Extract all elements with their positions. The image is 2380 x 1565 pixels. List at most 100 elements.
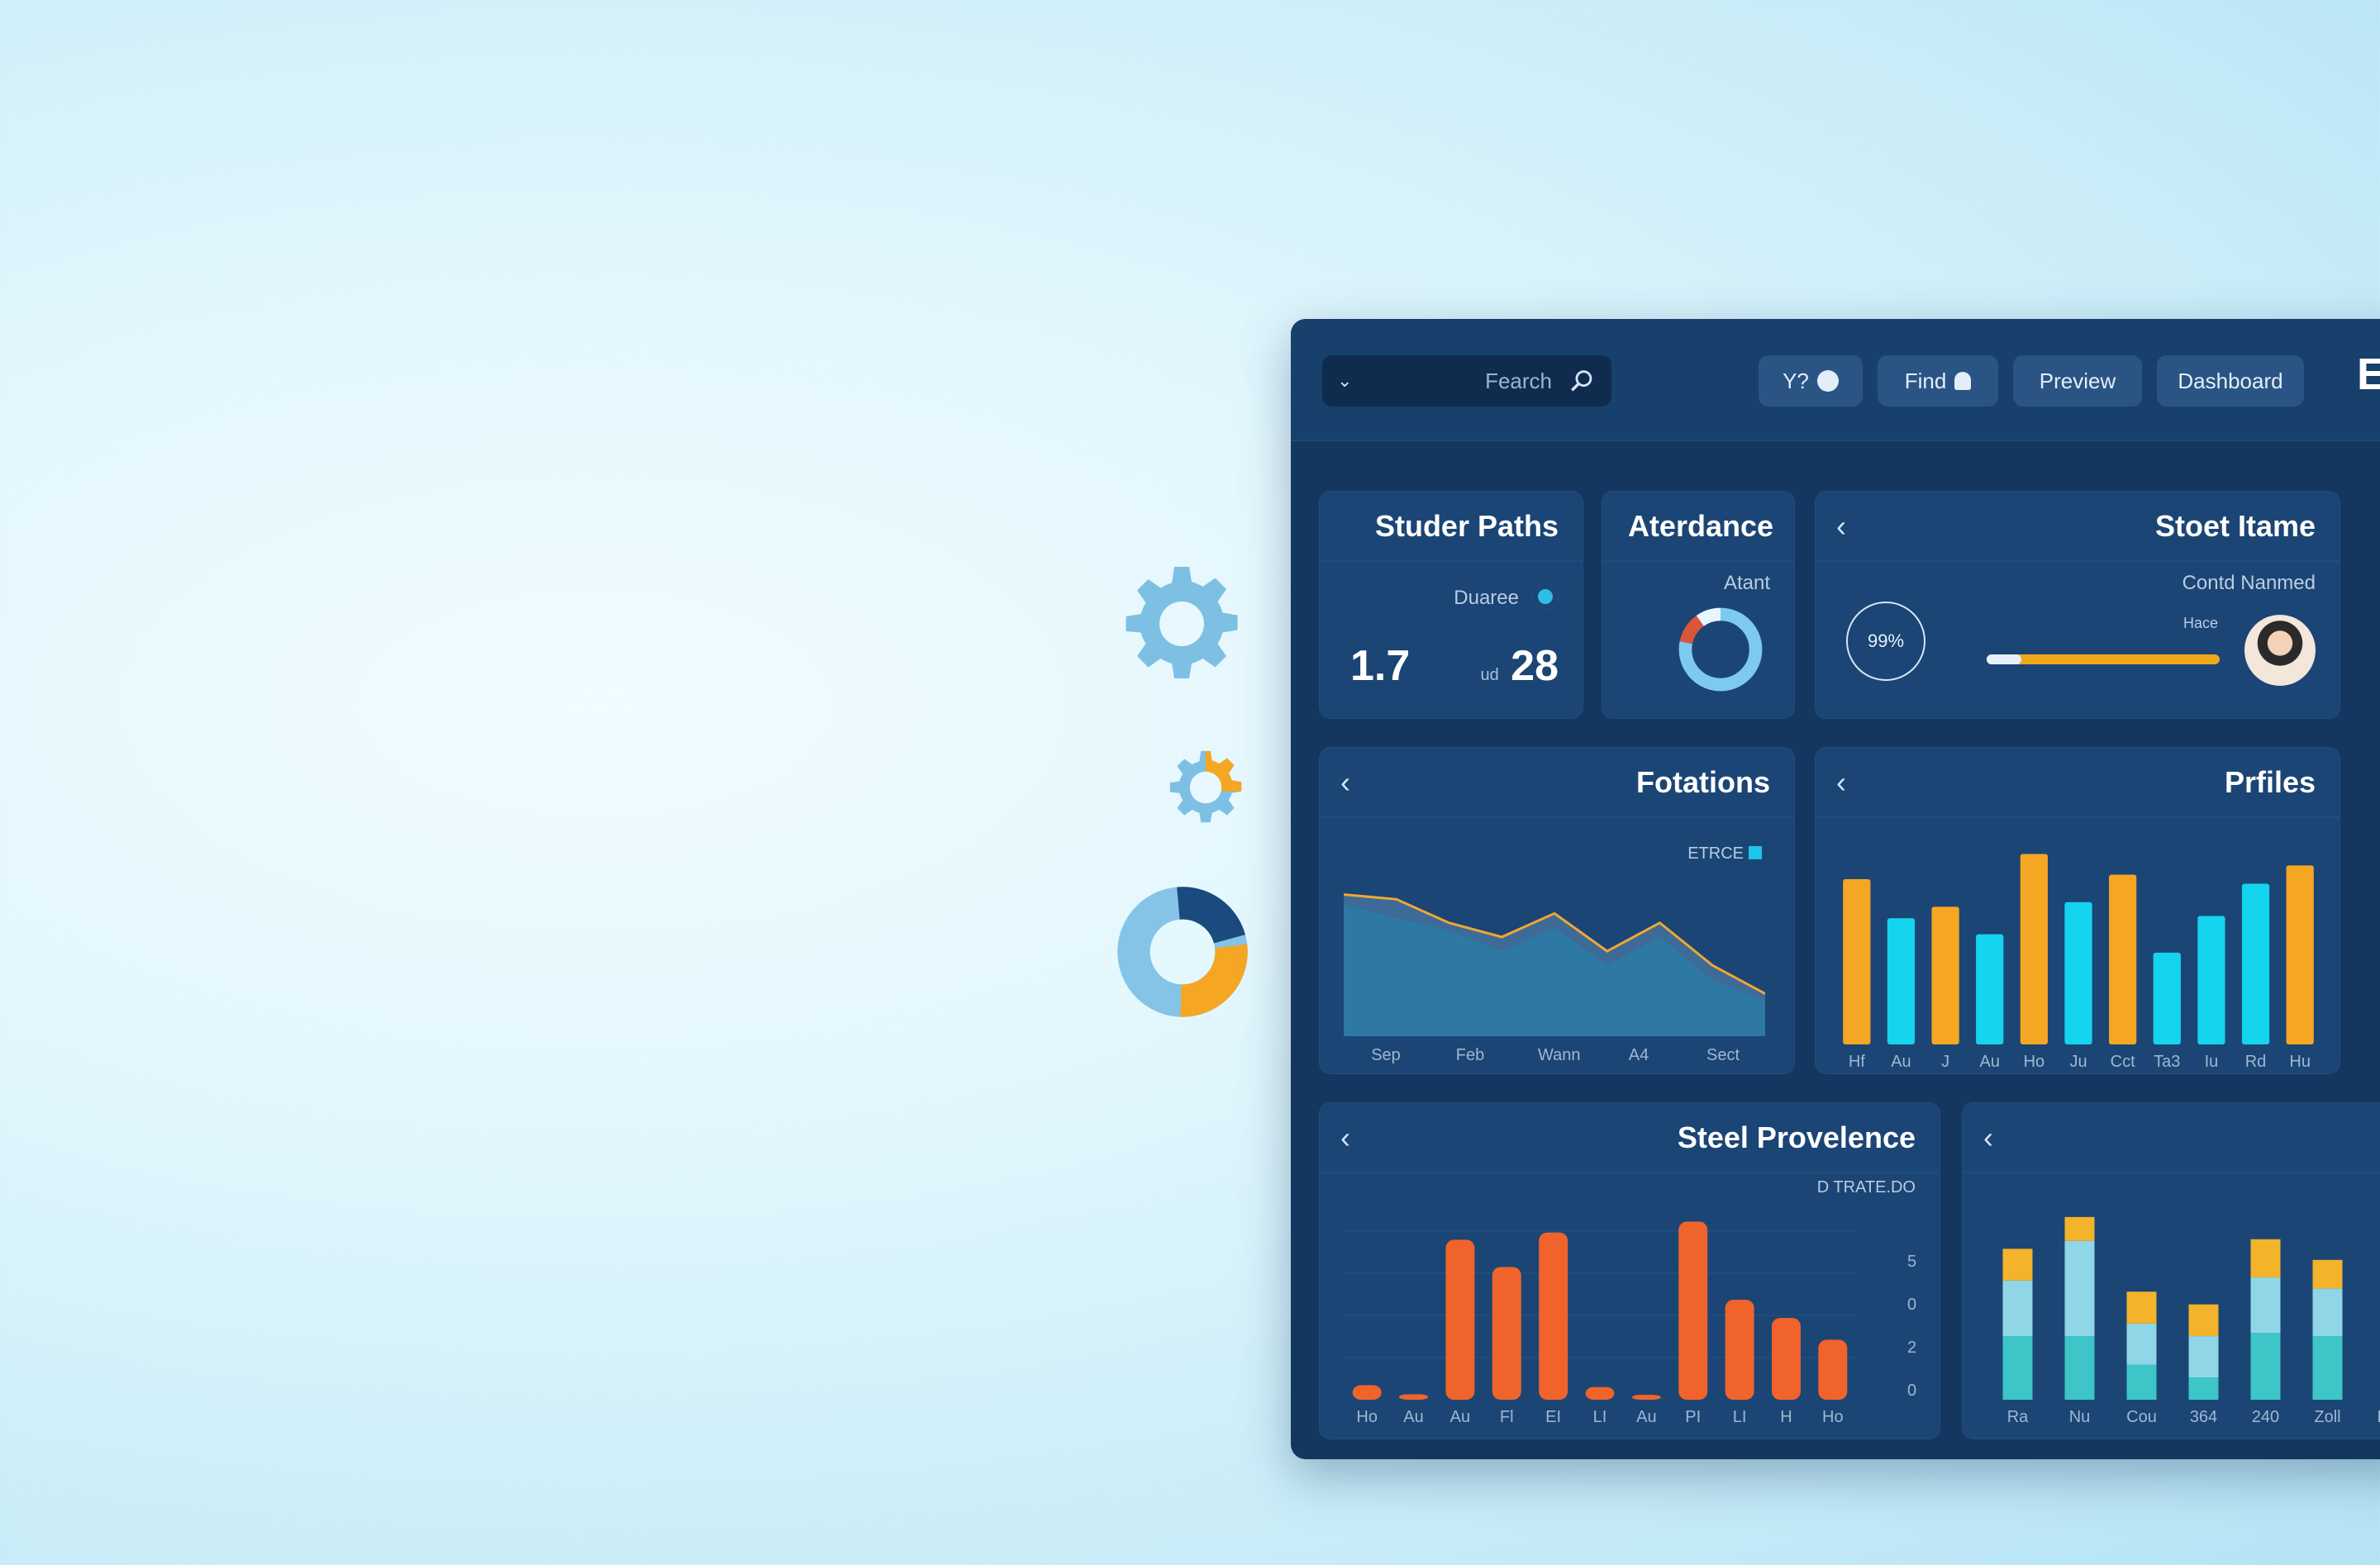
bar [2241,883,2270,1044]
bar [1771,1318,1801,1400]
bar [2153,952,2181,1044]
axis-tick-label: Cct [2110,1053,2135,1071]
y-button-label: Y? [1783,368,1809,393]
legend-swatch [1749,846,1762,859]
progress-fill [1987,654,2022,664]
attendance-card: Aterdance Atant [1602,491,1795,719]
axis-tick-label: Cou [2126,1408,2157,1426]
axis-tick-label: H [1780,1408,1792,1426]
chevron-down-icon[interactable]: ⌄ [1337,370,1352,392]
chevron-left-icon[interactable]: ‹ [1340,1120,1350,1155]
axis-tick-label: LI [1592,1408,1607,1426]
stacked-bar-segment [2064,1216,2095,1241]
stacked-bar-segment [2002,1280,2033,1337]
stacked-bar-segment [2126,1291,2157,1324]
gear-small-icon [1169,750,1242,823]
percent-label: 99% [1867,630,1905,651]
axis-tick-label: Feb [1455,1046,1485,1064]
stacked-bar-segment [2126,1364,2157,1400]
search-placeholder: Fearch [1485,368,1552,393]
bar [2020,854,2048,1044]
bar [1931,906,1959,1044]
value-a-number: 28 [1511,642,1559,690]
dashboard-button-label: Dashboard [2178,368,2283,393]
gear-icon [1126,567,1238,678]
stacked-bar-segment [2126,1323,2157,1365]
profiles-card: ‹ Prfiles Hf Au J Au Ho Ju Cct Ta3 Iu Rd Hu [1815,747,2340,1074]
student-paths-card: Studer Paths Duaree ud 28 1.7 [1319,491,1583,719]
preview-button-label: Preview [2039,368,2116,393]
card-header [1962,1102,2380,1173]
dashboard-button[interactable]: Dashboard [2157,355,2304,407]
card-subtitle: Contd Nanmed [2182,572,2316,594]
rotations-area-chart [1344,893,1765,1036]
search-box[interactable]: ⌄ Fearch [1322,355,1611,407]
stacked-bar-segment [2064,1240,2095,1337]
axis-tick-label: Ta3 [2154,1053,2181,1071]
percent-circle: 99% [1846,602,1925,681]
bar [1399,1394,1429,1400]
bar [1539,1232,1568,1400]
profiles-bar-chart [1843,854,2314,1044]
search-icon [1571,370,1592,392]
y-tick-label: 0 [1907,1296,1917,1314]
axis-tick-label: Iu [2204,1053,2219,1071]
avatar [2244,615,2316,686]
axis-tick-label: Fl [1499,1408,1514,1426]
legend-label: ETRCE [1687,844,1744,863]
axis-tick-label: Au [1979,1053,2000,1071]
axis-tick-label: Ho [1822,1408,1844,1426]
brand-logo: ES [2357,350,2380,399]
sixth-card: ‹ S RaNuCou364240ZollDhlZoh [1962,1102,2380,1439]
card-subtitle: Atant [1723,572,1770,594]
axis-tick-label: Sect [1706,1046,1740,1064]
stacked-bar-segment [2312,1288,2343,1337]
axis-tick-label: Ho [1356,1408,1378,1426]
axis-tick-label: Wann [1538,1046,1581,1064]
stacked-bar-chart [2002,1216,2343,1400]
value-a: ud 28 [1480,641,1559,691]
axis-tick-label: Au [1891,1053,1911,1071]
top-bar: ⌄ Fearch Y? Find Preview Dashboard ES [1291,319,2380,441]
bar [1678,1221,1708,1400]
badge-label: Duaree [1454,587,1519,609]
bar [2197,916,2225,1044]
stacked-bar-segment [2188,1336,2219,1378]
stacked-bar-segment [2250,1333,2281,1400]
steel-prevalence-bar-chart [1344,1221,1856,1400]
chevron-left-icon[interactable]: ‹ [1983,1120,1993,1155]
bar [2064,901,2092,1044]
donut-chart-icon [1117,887,1248,1017]
bar [2286,865,2314,1044]
axis-tick-label: Hf [1848,1053,1865,1071]
find-button-label: Find [1904,368,1947,393]
globe-icon [1816,370,1839,392]
bar-label: Hace [2182,615,2218,631]
card-title: Aterdance [1627,509,1773,543]
chevron-left-icon[interactable]: ‹ [1836,765,1846,800]
card-title: Studer Paths [1374,509,1559,543]
y-button[interactable]: Y? [1759,355,1863,407]
axis-tick-label: LI [1732,1408,1747,1426]
preview-button[interactable]: Preview [2013,355,2142,407]
chevron-left-icon[interactable]: ‹ [1340,765,1350,800]
axis-tick-label: A4 [1628,1046,1649,1064]
bar [1445,1239,1475,1400]
bar [1352,1385,1382,1400]
card-title: Fotations [1636,765,1770,799]
axis-tick-label: Zoll [2314,1408,2341,1426]
value-b: 1.7 [1350,642,1411,690]
bar [1818,1339,1848,1400]
stacked-bar-segment [2188,1304,2219,1337]
axis-tick-label: Ra [2006,1408,2029,1426]
attendance-donut [1678,607,1763,692]
rotations-card: ‹ Fotations ETRCE Sep Feb Wann A4 Sect [1319,747,1795,1074]
bar [1585,1387,1615,1400]
axis-tick-label: Au [1403,1408,1424,1426]
chevron-left-icon[interactable]: ‹ [1836,509,1846,544]
bar [2109,874,2137,1044]
find-button[interactable]: Find [1878,355,1998,407]
axis-tick-label: Nu [2068,1408,2091,1426]
axis-tick-label: Au [1636,1408,1657,1426]
card-title: Steel Provelence [1677,1120,1916,1154]
